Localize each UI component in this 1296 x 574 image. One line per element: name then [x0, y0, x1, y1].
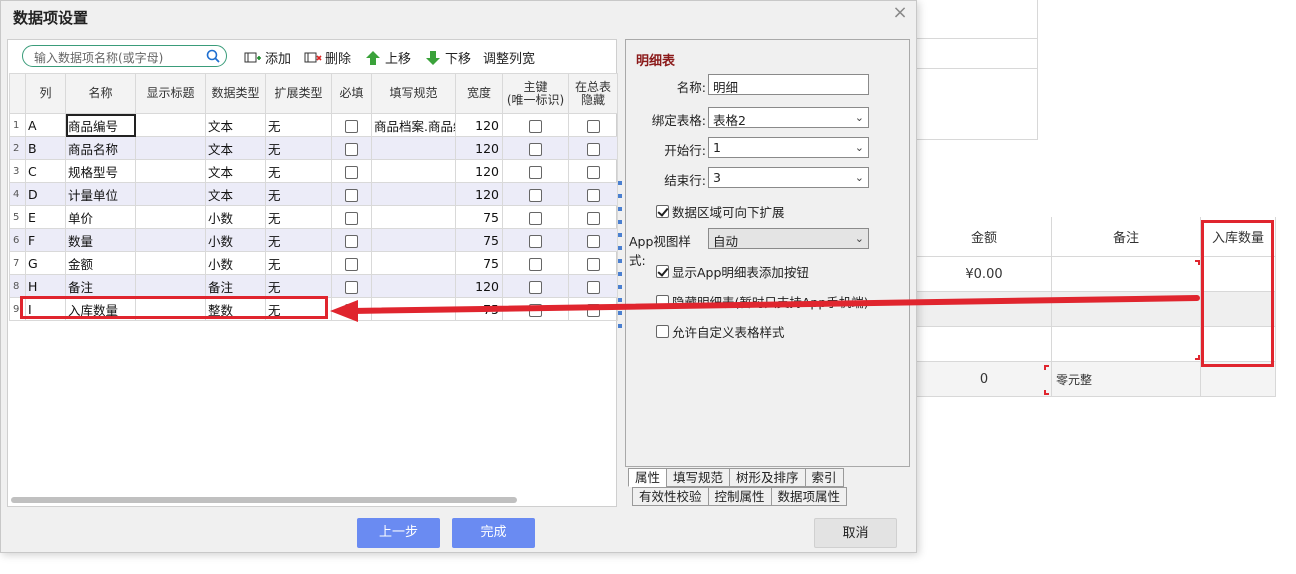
annotation-arrow [330, 295, 1200, 322]
